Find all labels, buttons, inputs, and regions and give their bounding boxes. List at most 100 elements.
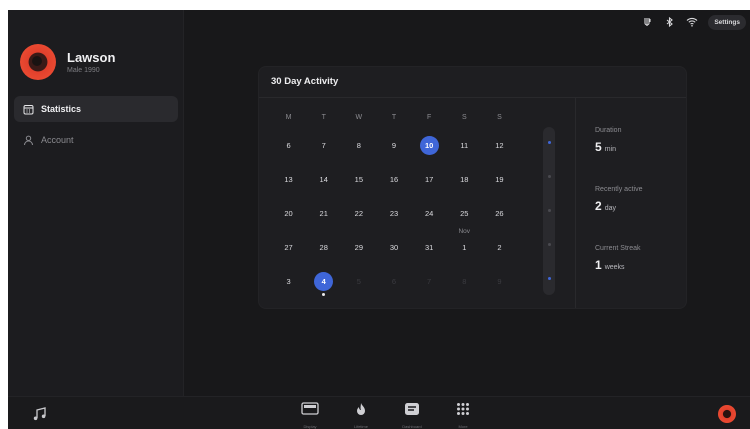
wifi-icon bbox=[686, 16, 698, 28]
dashboard-icon bbox=[404, 402, 420, 421]
stat-unit: weeks bbox=[604, 264, 625, 271]
weekday-label: M bbox=[285, 114, 292, 121]
activity-card: 30 Day Activity M T W T F S S 6 7 8 9 10… bbox=[258, 66, 687, 309]
avatar[interactable] bbox=[718, 405, 736, 423]
user-icon bbox=[22, 134, 34, 146]
dock: Display Lifetime Dashboard More bbox=[298, 402, 475, 429]
calendar-day-future: 9 bbox=[497, 277, 502, 286]
divider bbox=[259, 97, 686, 98]
calendar-day[interactable]: 21 bbox=[306, 204, 341, 224]
calendar-day[interactable]: 31 bbox=[412, 238, 447, 258]
calendar-day[interactable]: 13 bbox=[271, 170, 306, 190]
sidebar: Lawson Male 1990 Statistics Account bbox=[8, 10, 184, 396]
weekday-label: T bbox=[321, 114, 326, 121]
calendar-day[interactable]: 18 bbox=[447, 170, 482, 190]
dock-label: Display bbox=[303, 424, 317, 429]
display-icon bbox=[301, 402, 319, 421]
sidebar-item-account[interactable]: Account bbox=[14, 127, 178, 153]
divider bbox=[575, 98, 576, 308]
sidebar-item-label: Account bbox=[41, 135, 74, 145]
calendar-week: 27 28 29 30 31 Nov 1 2 bbox=[271, 228, 517, 265]
weekday-label: W bbox=[355, 114, 363, 121]
dock-item-display[interactable]: Display bbox=[298, 402, 322, 429]
calendar-day[interactable]: 20 bbox=[271, 204, 306, 224]
calendar-day[interactable]: 2 bbox=[482, 238, 517, 258]
dock-label: More bbox=[458, 424, 468, 429]
dock-label: Lifetime bbox=[353, 424, 368, 429]
dock-item-lifetime[interactable]: Lifetime bbox=[349, 402, 373, 429]
calendar-day-future: 8 bbox=[462, 277, 467, 286]
sidebar-item-statistics[interactable]: Statistics bbox=[14, 96, 178, 122]
weekday-label: S bbox=[497, 114, 502, 121]
calendar-day[interactable]: 28 bbox=[306, 238, 341, 258]
stat-value: 5 bbox=[595, 140, 602, 154]
month-marker: Nov bbox=[458, 228, 471, 235]
status-bar: Settings bbox=[642, 14, 746, 30]
sidebar-item-label: Statistics bbox=[41, 104, 82, 114]
stat-recently-active: Recently active 2 day bbox=[595, 186, 642, 213]
calendar-day[interactable]: 27 bbox=[271, 238, 306, 258]
calendar-day[interactable]: 12 bbox=[482, 136, 517, 156]
scroller-dot bbox=[547, 175, 551, 178]
grid-icon bbox=[456, 402, 470, 421]
card-title: 30 Day Activity bbox=[271, 76, 339, 87]
settings-button[interactable]: Settings bbox=[708, 14, 746, 30]
calendar-day[interactable]: 11 bbox=[447, 136, 482, 156]
bluetooth-icon bbox=[664, 16, 676, 28]
calendar-day-future: 5 bbox=[356, 277, 361, 286]
calendar-day-today[interactable]: 4 bbox=[306, 272, 341, 296]
calendar-day[interactable]: 17 bbox=[412, 170, 447, 190]
calendar-week: 20 21 22 23 24 25 26 bbox=[271, 197, 517, 231]
weekday-label: S bbox=[461, 114, 467, 121]
stat-value: 2 bbox=[595, 199, 602, 213]
calendar-day[interactable]: 7 bbox=[306, 136, 341, 156]
calendar-day[interactable]: 26 bbox=[482, 204, 517, 224]
stat-label: Current Streak bbox=[595, 245, 641, 252]
dock-label: Dashboard bbox=[402, 424, 422, 429]
calendar-day-selected[interactable]: 10 bbox=[412, 136, 447, 156]
dock-item-more[interactable]: More bbox=[451, 402, 475, 429]
calendar-day[interactable]: 15 bbox=[341, 170, 376, 190]
calendar-day[interactable]: 3 bbox=[271, 272, 306, 292]
stat-unit: min bbox=[604, 146, 616, 153]
calendar-week: 3 4 5 6 7 8 9 bbox=[271, 265, 517, 299]
weekday-label: T bbox=[391, 114, 397, 121]
calendar-day[interactable]: 29 bbox=[341, 238, 376, 258]
flame-icon bbox=[354, 402, 368, 421]
calendar-day[interactable]: 30 bbox=[376, 238, 411, 258]
stat-label: Duration bbox=[595, 127, 622, 134]
stat-label: Recently active bbox=[595, 186, 643, 193]
calendar-day[interactable]: 16 bbox=[376, 170, 411, 190]
calendar-day[interactable]: 14 bbox=[306, 170, 341, 190]
calendar-day[interactable]: 25 bbox=[447, 204, 482, 224]
week-scroller[interactable] bbox=[543, 127, 555, 295]
stat-duration: Duration 5 min bbox=[595, 127, 621, 154]
scroller-dot bbox=[547, 243, 551, 246]
usb-icon bbox=[642, 16, 654, 28]
calendar-day[interactable]: 22 bbox=[341, 204, 376, 224]
weekday-header: M T W T F S S bbox=[271, 107, 517, 129]
stat-current-streak: Current Streak 1 weeks bbox=[595, 245, 641, 272]
profile[interactable]: Lawson Male 1990 bbox=[20, 44, 115, 80]
today-dot bbox=[322, 293, 326, 296]
calendar-day[interactable]: 8 bbox=[341, 136, 376, 156]
calendar-icon bbox=[22, 103, 34, 115]
calendar-day[interactable]: 23 bbox=[376, 204, 411, 224]
calendar-week: 13 14 15 16 17 18 19 bbox=[271, 163, 517, 197]
scroller-dot bbox=[547, 277, 551, 280]
app-screen: Settings Lawson Male 1990 Statistics Acc… bbox=[8, 10, 750, 429]
music-icon[interactable] bbox=[32, 406, 48, 427]
scroller-dot bbox=[547, 209, 551, 212]
bottom-bar: Display Lifetime Dashboard More bbox=[8, 396, 750, 429]
weekday-label: F bbox=[426, 114, 432, 121]
calendar-day[interactable]: 6 bbox=[271, 136, 306, 156]
calendar-week: 6 7 8 9 10 11 12 bbox=[271, 129, 517, 163]
calendar-day-future: 6 bbox=[391, 277, 397, 286]
stat-unit: day bbox=[604, 205, 616, 212]
calendar-day[interactable]: Nov 1 bbox=[447, 228, 482, 258]
calendar-day[interactable]: 9 bbox=[376, 136, 411, 156]
calendar-day[interactable]: 24 bbox=[412, 204, 447, 224]
dock-item-dashboard[interactable]: Dashboard bbox=[400, 402, 424, 429]
profile-meta: Male 1990 bbox=[67, 67, 100, 74]
calendar-day[interactable]: 19 bbox=[482, 170, 517, 190]
